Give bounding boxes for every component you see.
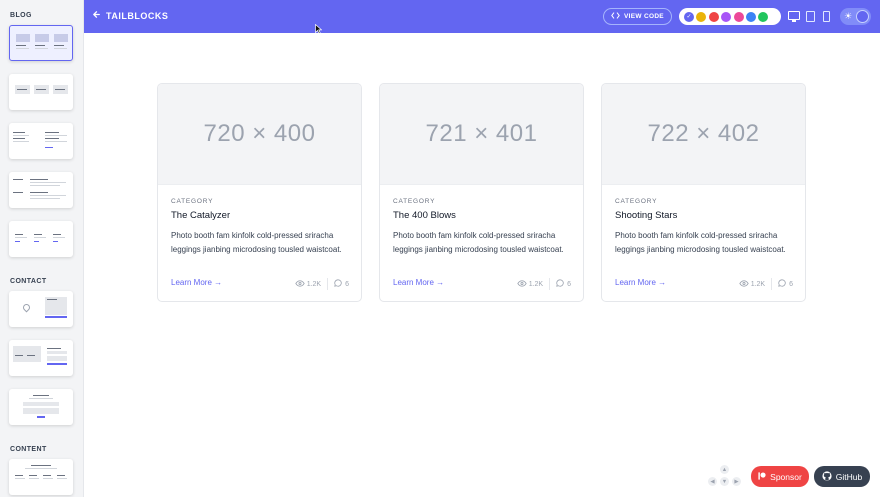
blog-block-thumb-1[interactable] [9, 25, 73, 61]
sun-icon: ☀ [844, 11, 853, 21]
learn-more-link[interactable]: Learn More → [171, 278, 222, 287]
github-button[interactable]: GitHub [814, 466, 870, 487]
contact-block-thumb-2[interactable] [9, 340, 73, 376]
content-block-thumb-1[interactable] [9, 459, 73, 495]
section-title-content: CONTENT [10, 446, 47, 453]
mouse-cursor [315, 21, 323, 39]
view-code-button[interactable]: VIEW CODE [603, 8, 672, 25]
card-title: The 400 Blows [393, 210, 456, 221]
keyboard-arrows-hint: ▲ ◀ ▼ ▶ [708, 465, 742, 489]
card-image-placeholder: 720 × 400 [158, 84, 361, 185]
color-swatch-green[interactable] [758, 11, 769, 22]
comment-count: 6 [345, 280, 349, 288]
contact-block-thumb-3[interactable] [9, 389, 73, 425]
learn-more-label: Learn More [171, 278, 212, 287]
arrow-right-icon: ▶ [732, 477, 741, 486]
top-bar: TAILBLOCKS VIEW CODE ✓ ☀ [84, 0, 880, 33]
eye-icon [517, 279, 527, 289]
color-swatch-purple[interactable] [721, 11, 732, 22]
divider [549, 278, 551, 290]
arrow-down-icon: ▼ [720, 477, 729, 486]
view-count: 1.2K [750, 280, 766, 288]
patreon-icon [758, 471, 766, 482]
back-to-tailblocks-link[interactable]: TAILBLOCKS [92, 10, 168, 21]
comment-icon [556, 279, 564, 289]
sidebar: BLOG CONTACT CONTENT [0, 0, 84, 497]
toggle-knob [856, 10, 869, 23]
blog-card: 722 × 402 CATEGORY Shooting Stars Photo … [601, 83, 806, 302]
color-swatch-indigo[interactable]: ✓ [684, 11, 694, 22]
check-icon: ✓ [686, 14, 692, 20]
learn-more-link[interactable]: Learn More → [615, 278, 666, 287]
card-category: CATEGORY [171, 198, 214, 205]
comment-count: 6 [789, 280, 793, 288]
section-title-blog: BLOG [10, 12, 32, 19]
color-swatch-blue[interactable] [745, 11, 756, 22]
card-image-placeholder: 721 × 401 [380, 84, 583, 185]
card-category: CATEGORY [393, 198, 436, 205]
card-stats: 1.2K 6 [295, 278, 349, 290]
arrow-up-icon: ▲ [720, 465, 729, 474]
color-swatch-yellow[interactable] [696, 11, 707, 22]
sponsor-button[interactable]: Sponsor [751, 466, 809, 487]
tablet-view-icon[interactable] [806, 11, 815, 22]
color-swatch-pink[interactable] [733, 11, 744, 22]
learn-more-label: Learn More [615, 278, 656, 287]
color-swatch-red[interactable] [708, 11, 719, 22]
divider [771, 278, 773, 290]
learn-more-link[interactable]: Learn More → [393, 278, 444, 287]
desktop-stand [792, 20, 796, 22]
card-stats: 1.2K 6 [739, 278, 793, 290]
view-count: 1.2K [306, 280, 322, 288]
divider [327, 278, 329, 290]
sponsor-label: Sponsor [770, 471, 802, 482]
arrow-left-icon [92, 10, 101, 21]
dark-mode-toggle[interactable]: ☀ [840, 8, 871, 25]
phone-view-icon[interactable] [823, 11, 830, 22]
blog-card: 721 × 401 CATEGORY The 400 Blows Photo b… [379, 83, 584, 302]
contact-block-thumb-1[interactable] [9, 291, 73, 327]
github-icon [822, 470, 832, 483]
code-icon [611, 12, 620, 21]
blog-block-thumb-4[interactable] [9, 172, 73, 208]
section-title-contact: CONTACT [10, 278, 47, 285]
card-image-placeholder: 722 × 402 [602, 84, 805, 185]
comment-count: 6 [567, 280, 571, 288]
view-count: 1.2K [528, 280, 544, 288]
card-description: Photo booth fam kinfolk cold-pressed sri… [393, 231, 564, 254]
comment-icon [778, 279, 786, 289]
arrow-left-icon: ◀ [708, 477, 717, 486]
card-category: CATEGORY [615, 198, 658, 205]
card-stats: 1.2K 6 [517, 278, 571, 290]
eye-icon [295, 279, 305, 289]
arrow-right-icon: → [436, 278, 445, 287]
view-code-label: VIEW CODE [624, 13, 664, 20]
brand-label: TAILBLOCKS [106, 10, 169, 21]
desktop-view-icon[interactable] [788, 11, 800, 20]
arrow-right-icon: → [658, 278, 667, 287]
card-description: Photo booth fam kinfolk cold-pressed sri… [615, 231, 786, 254]
blog-block-thumb-5[interactable] [9, 221, 73, 257]
comment-icon [334, 279, 342, 289]
color-picker: ✓ [679, 8, 781, 25]
card-title: Shooting Stars [615, 210, 678, 221]
github-label: GitHub [835, 471, 863, 482]
arrow-right-icon: → [214, 278, 223, 287]
blog-card: 720 × 400 CATEGORY The Catalyzer Photo b… [157, 83, 362, 302]
learn-more-label: Learn More [393, 278, 434, 287]
card-description: Photo booth fam kinfolk cold-pressed sri… [171, 231, 342, 254]
card-title: The Catalyzer [171, 210, 231, 221]
eye-icon [739, 279, 749, 289]
blog-block-thumb-3[interactable] [9, 123, 73, 159]
blog-block-thumb-2[interactable] [9, 74, 73, 110]
